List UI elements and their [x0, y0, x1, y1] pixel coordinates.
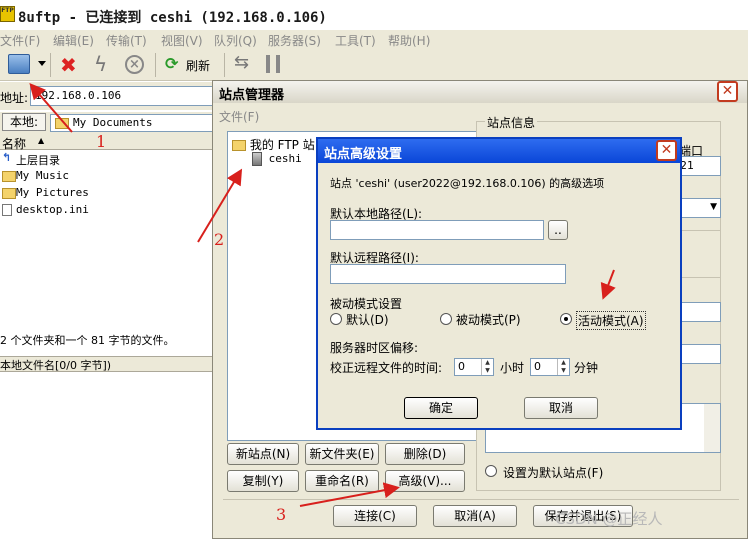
- annotation-arrow-4: [600, 269, 616, 300]
- watermark: CSDN @正经人: [555, 510, 663, 528]
- annotation-number-1: 1: [96, 132, 107, 151]
- annotation-arrow-3: [299, 482, 400, 507]
- annotation-number-2: 2: [214, 230, 225, 249]
- annotation-number-3: 3: [276, 505, 287, 524]
- annotation-layer: [29, 82, 616, 507]
- annotation-arrow-1: [29, 82, 73, 133]
